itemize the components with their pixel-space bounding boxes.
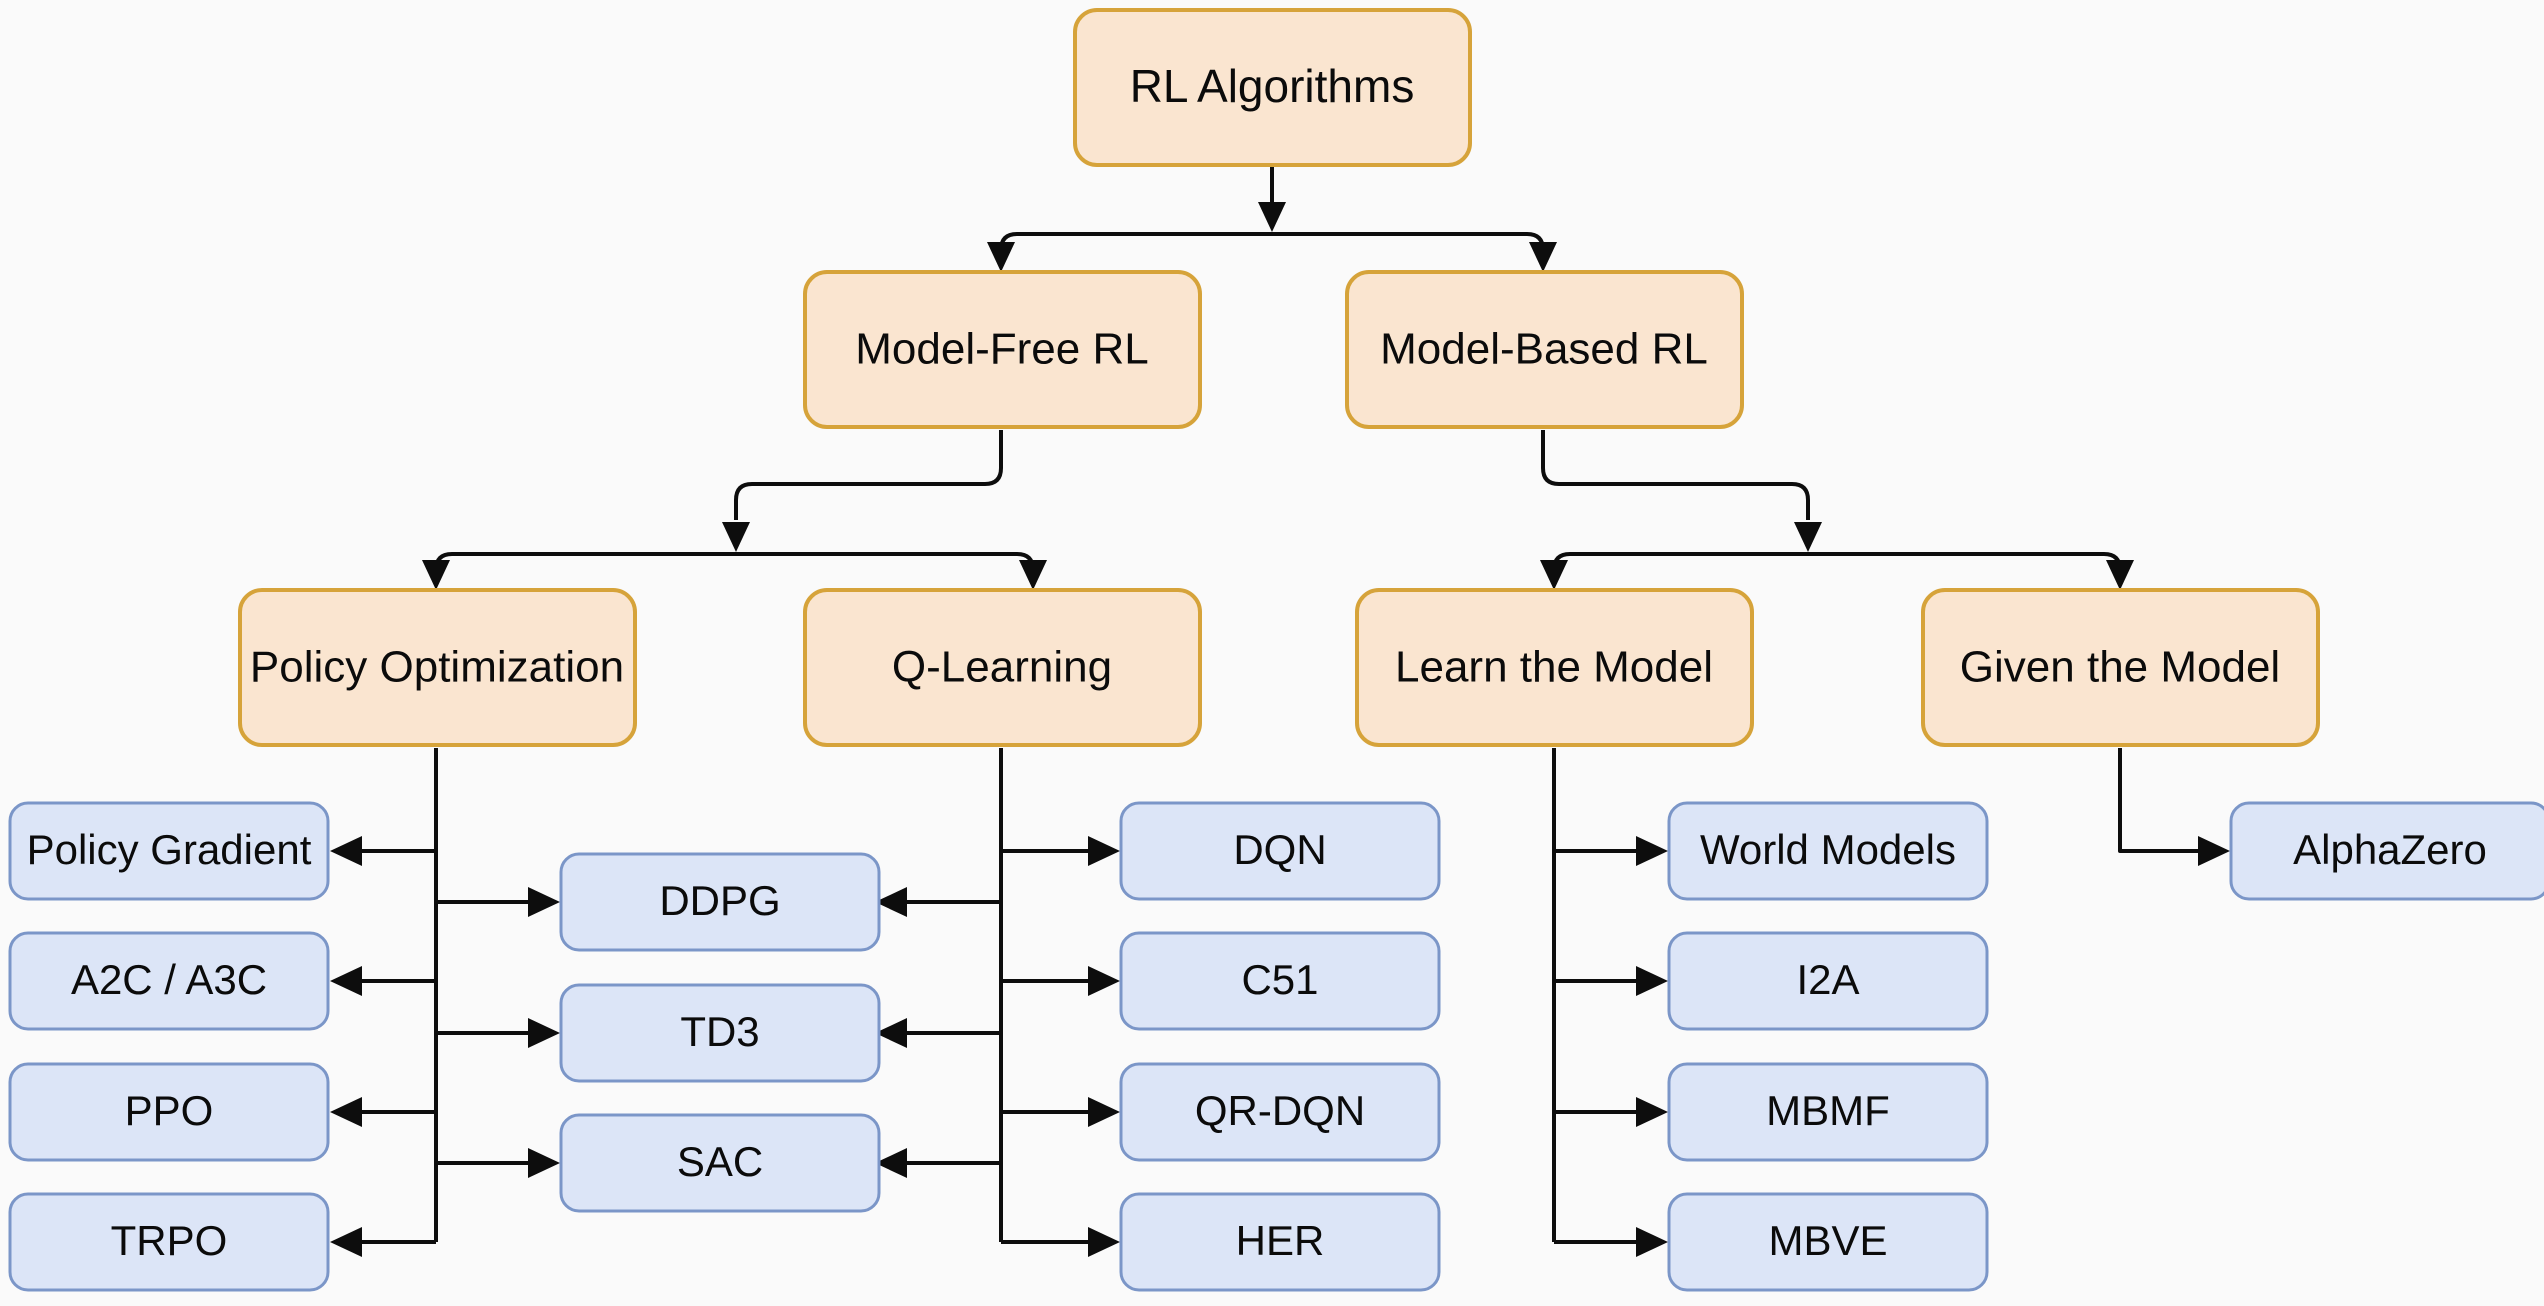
node-learn-the-model-label: Learn the Model: [1395, 643, 1713, 692]
node-her-label: HER: [1236, 1217, 1325, 1264]
node-i2a-label: I2A: [1796, 956, 1859, 1003]
node-c51[interactable]: C51: [1119, 931, 1441, 1031]
node-mbve[interactable]: MBVE: [1667, 1192, 1989, 1292]
rl-algorithms-taxonomy-diagram: RL Algorithms Model-Free RL Model-Based …: [0, 0, 2544, 1306]
arrowhead-mbmf: [1636, 1097, 1668, 1127]
edge-modelfree-jog: [734, 430, 1003, 520]
arrowhead-mbve: [1636, 1227, 1668, 1257]
node-ddpg[interactable]: DDPG: [559, 852, 881, 952]
arrowhead-dqn: [1088, 836, 1120, 866]
arrowhead-policy-gradient: [330, 836, 362, 866]
arrowhead-sac-left: [528, 1148, 560, 1178]
node-sac[interactable]: SAC: [559, 1113, 881, 1213]
node-td3[interactable]: TD3: [559, 983, 881, 1083]
node-learn-the-model[interactable]: Learn the Model: [1355, 588, 1754, 747]
node-a2c-a3c[interactable]: A2C / A3C: [8, 931, 330, 1031]
arrowhead-q-learning: [1019, 560, 1047, 590]
node-i2a[interactable]: I2A: [1667, 931, 1989, 1031]
node-qr-dqn-label: QR-DQN: [1195, 1087, 1365, 1134]
node-q-learning[interactable]: Q-Learning: [803, 588, 1202, 747]
node-trpo[interactable]: TRPO: [8, 1192, 330, 1292]
node-alphazero[interactable]: AlphaZero: [2229, 801, 2544, 901]
node-sac-label: SAC: [677, 1138, 763, 1185]
arrowhead-learn-the-model: [1540, 560, 1568, 590]
flowchart-canvas: RL Algorithms Model-Free RL Model-Based …: [8, 8, 2544, 1292]
arrowhead-root-down: [1258, 202, 1286, 232]
node-model-free-rl[interactable]: Model-Free RL: [803, 270, 1202, 429]
arrowhead-a2c-a3c: [330, 966, 362, 996]
arrowhead-world-models: [1636, 836, 1668, 866]
node-q-learning-label: Q-Learning: [892, 643, 1112, 692]
node-qr-dqn[interactable]: QR-DQN: [1119, 1062, 1441, 1162]
node-ppo-label: PPO: [125, 1087, 214, 1134]
arrowhead-c51: [1088, 966, 1120, 996]
node-model-based-rl-label: Model-Based RL: [1380, 325, 1708, 374]
arrowhead-td3-left: [528, 1018, 560, 1048]
arrowhead-model-free: [987, 242, 1015, 272]
node-policy-gradient-label: Policy Gradient: [27, 826, 312, 873]
node-ppo[interactable]: PPO: [8, 1062, 330, 1162]
node-policy-gradient[interactable]: Policy Gradient: [8, 801, 330, 901]
arrowhead-her: [1088, 1227, 1120, 1257]
node-c51-label: C51: [1241, 956, 1318, 1003]
arrowhead-i2a: [1636, 966, 1668, 996]
node-mbmf[interactable]: MBMF: [1667, 1062, 1989, 1162]
node-model-free-rl-label: Model-Free RL: [855, 325, 1148, 374]
arrowhead-qr-dqn: [1088, 1097, 1120, 1127]
node-alphazero-label: AlphaZero: [2293, 826, 2487, 873]
arrowhead-modelbased-down: [1794, 522, 1822, 552]
arrowhead-policy-optimization: [422, 560, 450, 590]
node-her[interactable]: HER: [1119, 1192, 1441, 1292]
node-dqn[interactable]: DQN: [1119, 801, 1441, 901]
node-model-based-rl[interactable]: Model-Based RL: [1345, 270, 1744, 429]
arrowhead-given-the-model: [2106, 560, 2134, 590]
arrowhead-modelfree-down: [722, 522, 750, 552]
node-mbve-label: MBVE: [1768, 1217, 1887, 1264]
node-dqn-label: DQN: [1233, 826, 1326, 873]
node-mbmf-label: MBMF: [1766, 1087, 1890, 1134]
node-trpo-label: TRPO: [111, 1217, 228, 1264]
arrowhead-alphazero: [2198, 836, 2230, 866]
edge-modelbased-jog: [1541, 430, 1810, 520]
node-a2c-a3c-label: A2C / A3C: [71, 956, 267, 1003]
arrowhead-ppo: [330, 1097, 362, 1127]
arrowhead-ddpg-left: [528, 887, 560, 917]
arrowhead-model-based: [1529, 242, 1557, 272]
node-given-the-model-label: Given the Model: [1960, 643, 2280, 692]
node-world-models[interactable]: World Models: [1667, 801, 1989, 901]
node-td3-label: TD3: [680, 1008, 759, 1055]
node-world-models-label: World Models: [1700, 826, 1956, 873]
edge-gtm-alphazero: [2118, 748, 2200, 853]
arrowhead-trpo: [330, 1227, 362, 1257]
node-rl-algorithms-label: RL Algorithms: [1130, 60, 1415, 112]
node-rl-algorithms[interactable]: RL Algorithms: [1073, 8, 1472, 167]
node-policy-optimization-label: Policy Optimization: [250, 643, 624, 692]
node-policy-optimization[interactable]: Policy Optimization: [238, 588, 637, 747]
node-ddpg-label: DDPG: [659, 877, 780, 924]
node-given-the-model[interactable]: Given the Model: [1921, 588, 2320, 747]
